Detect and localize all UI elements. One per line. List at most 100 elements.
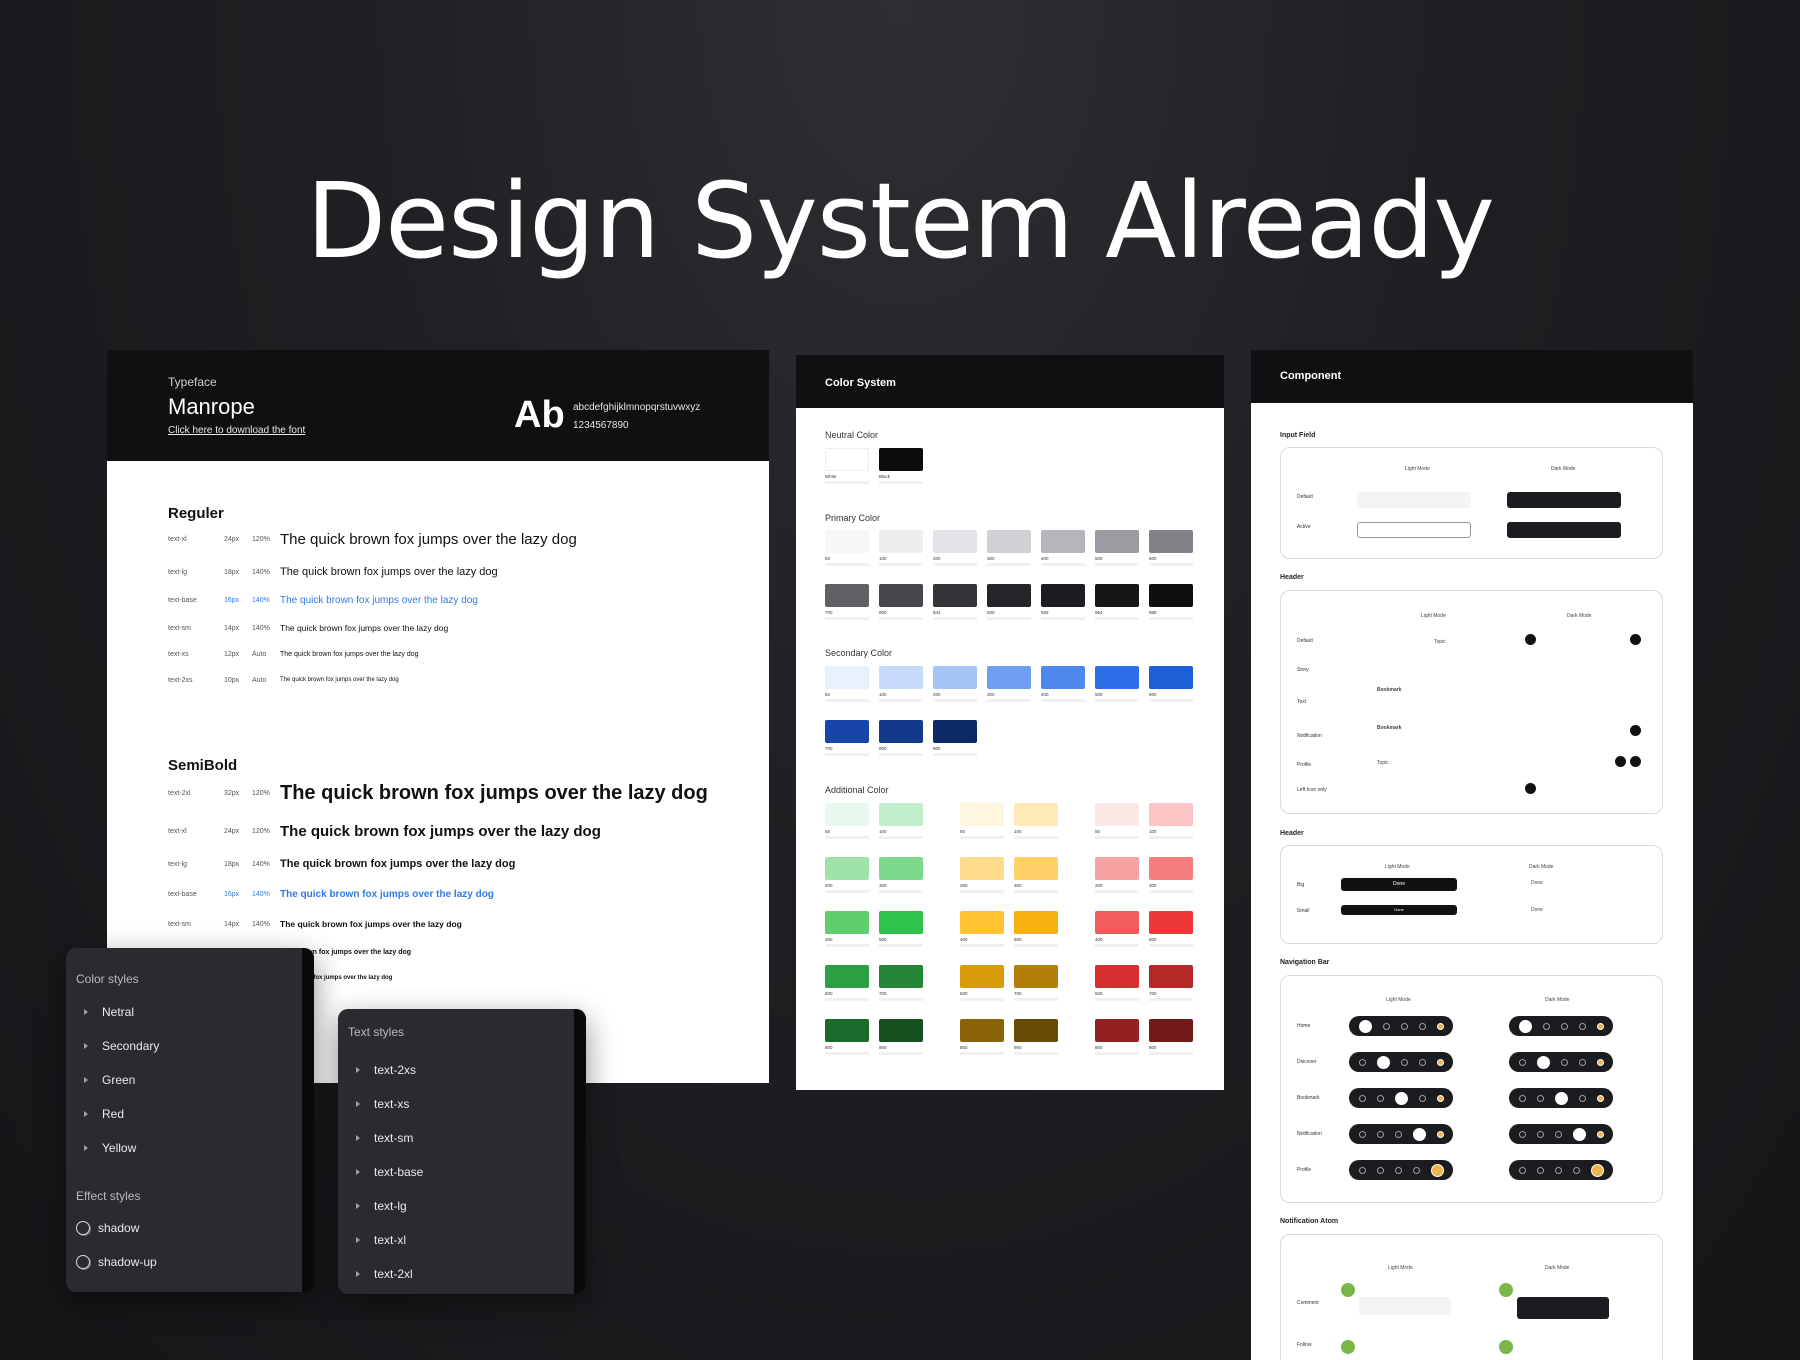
color-style-item[interactable]: Red <box>76 1107 124 1121</box>
nav-icon[interactable] <box>1572 1127 1586 1141</box>
text-style-item[interactable]: text-2xl <box>348 1267 413 1281</box>
nav-icon[interactable] <box>1418 1094 1426 1102</box>
color-swatch[interactable]: 300 <box>987 530 1031 566</box>
nav-icon[interactable] <box>1412 1166 1420 1174</box>
color-swatch[interactable]: 988 <box>1149 584 1193 620</box>
text-style-item[interactable]: text-2xs <box>348 1063 416 1077</box>
nav-bar-dark[interactable] <box>1509 1160 1613 1180</box>
back-icon[interactable] <box>1525 634 1536 645</box>
color-swatch[interactable]: 500 <box>1095 666 1139 702</box>
download-font-link[interactable]: Click here to download the font <box>168 425 305 436</box>
nav-icon[interactable] <box>1536 1130 1544 1138</box>
nav-bar-light[interactable] <box>1349 1124 1453 1144</box>
color-swatch[interactable]: 100 <box>879 530 923 566</box>
nav-icon[interactable] <box>1560 1058 1568 1066</box>
nav-icon[interactable] <box>1358 1094 1366 1102</box>
color-swatch[interactable]: 800 <box>960 1019 1004 1055</box>
profile-avatar-icon[interactable] <box>1436 1130 1444 1138</box>
color-swatch[interactable]: 900 <box>933 720 977 756</box>
input-dark-default[interactable] <box>1507 492 1621 508</box>
nav-icon[interactable] <box>1400 1058 1408 1066</box>
nav-icon[interactable] <box>1394 1091 1408 1105</box>
color-swatch[interactable]: 844 <box>933 584 977 620</box>
color-swatch[interactable]: 100 <box>1149 803 1193 839</box>
nav-icon[interactable] <box>1358 1058 1366 1066</box>
nav-icon[interactable] <box>1376 1130 1384 1138</box>
nav-icon[interactable] <box>1518 1130 1526 1138</box>
input-light-default[interactable] <box>1357 492 1471 508</box>
nav-icon[interactable] <box>1358 1130 1366 1138</box>
profile-avatar-icon[interactable] <box>1596 1058 1604 1066</box>
nav-bar-dark[interactable] <box>1509 1124 1613 1144</box>
color-swatch[interactable]: 100 <box>879 666 923 702</box>
nav-icon[interactable] <box>1518 1058 1526 1066</box>
more-icon[interactable] <box>1630 634 1641 645</box>
color-swatch[interactable]: 300 <box>1014 857 1058 893</box>
color-swatch[interactable]: 500 <box>1014 911 1058 947</box>
nav-icon[interactable] <box>1578 1094 1586 1102</box>
text-style-item[interactable]: text-xl <box>348 1233 406 1247</box>
nav-icon[interactable] <box>1358 1166 1366 1174</box>
color-swatch[interactable]: 900 <box>1014 1019 1058 1055</box>
color-swatch[interactable]: 300 <box>987 666 1031 702</box>
effect-style-item[interactable]: shadow-up <box>76 1255 157 1269</box>
profile-avatar-icon[interactable] <box>1430 1163 1444 1177</box>
color-swatch[interactable]: 928 <box>1041 584 1085 620</box>
nav-icon[interactable] <box>1382 1022 1390 1030</box>
nav-icon[interactable] <box>1554 1166 1562 1174</box>
color-swatch[interactable]: 300 <box>879 857 923 893</box>
nav-icon[interactable] <box>1542 1022 1550 1030</box>
color-swatch[interactable]: 900 <box>987 584 1031 620</box>
notification-more-icon[interactable] <box>1630 725 1641 736</box>
color-style-item[interactable]: Yellow <box>76 1141 136 1155</box>
nav-icon[interactable] <box>1394 1130 1402 1138</box>
color-swatch[interactable]: 800 <box>825 1019 869 1055</box>
nav-icon[interactable] <box>1536 1094 1544 1102</box>
done-button-small[interactable]: Done <box>1341 905 1457 915</box>
nav-icon[interactable] <box>1376 1055 1390 1069</box>
color-swatch[interactable]: 400 <box>960 911 1004 947</box>
color-swatch[interactable]: 400 <box>825 911 869 947</box>
nav-icon[interactable] <box>1400 1022 1408 1030</box>
left-only-back-icon[interactable] <box>1525 783 1536 794</box>
color-swatch[interactable]: 100 <box>879 803 923 839</box>
color-swatch[interactable]: 600 <box>825 965 869 1001</box>
color-style-item[interactable]: Green <box>76 1073 135 1087</box>
nav-icon[interactable] <box>1418 1022 1426 1030</box>
color-swatch[interactable]: 300 <box>1149 857 1193 893</box>
nav-bar-light[interactable] <box>1349 1088 1453 1108</box>
color-swatch[interactable]: 400 <box>1041 666 1085 702</box>
color-swatch[interactable]: 50 <box>825 530 869 566</box>
nav-icon[interactable] <box>1554 1130 1562 1138</box>
color-swatch[interactable]: 200 <box>933 666 977 702</box>
nav-icon[interactable] <box>1394 1166 1402 1174</box>
profile-avatar-icon[interactable] <box>1596 1130 1604 1138</box>
color-swatch[interactable]: 400 <box>1095 911 1139 947</box>
nav-bar-light[interactable] <box>1349 1052 1453 1072</box>
color-swatch[interactable]: 500 <box>1095 530 1139 566</box>
color-swatch[interactable]: 400 <box>1041 530 1085 566</box>
profile-avatar-icon[interactable] <box>1436 1022 1444 1030</box>
color-swatch[interactable]: 500 <box>879 911 923 947</box>
input-dark-active[interactable] <box>1507 522 1621 538</box>
nav-bar-dark[interactable] <box>1509 1016 1613 1036</box>
color-swatch[interactable]: 50 <box>825 803 869 839</box>
color-swatch[interactable]: 964 <box>1095 584 1139 620</box>
profile-avatar-icon[interactable] <box>1596 1094 1604 1102</box>
color-swatch[interactable]: 200 <box>960 857 1004 893</box>
color-swatch[interactable]: 700 <box>1014 965 1058 1001</box>
nav-icon[interactable] <box>1536 1055 1550 1069</box>
nav-bar-dark[interactable] <box>1509 1052 1613 1072</box>
color-swatch[interactable]: 700 <box>825 720 869 756</box>
nav-icon[interactable] <box>1376 1094 1384 1102</box>
nav-bar-light[interactable] <box>1349 1160 1453 1180</box>
color-swatch[interactable]: 700 <box>825 584 869 620</box>
nav-icon[interactable] <box>1518 1094 1526 1102</box>
color-swatch[interactable]: 200 <box>933 530 977 566</box>
nav-icon[interactable] <box>1518 1166 1526 1174</box>
profile-avatar-icon[interactable] <box>1436 1058 1444 1066</box>
nav-icon[interactable] <box>1536 1166 1544 1174</box>
text-style-item[interactable]: text-sm <box>348 1131 413 1145</box>
text-style-item[interactable]: text-base <box>348 1165 423 1179</box>
edit-icon[interactable] <box>1615 756 1626 767</box>
